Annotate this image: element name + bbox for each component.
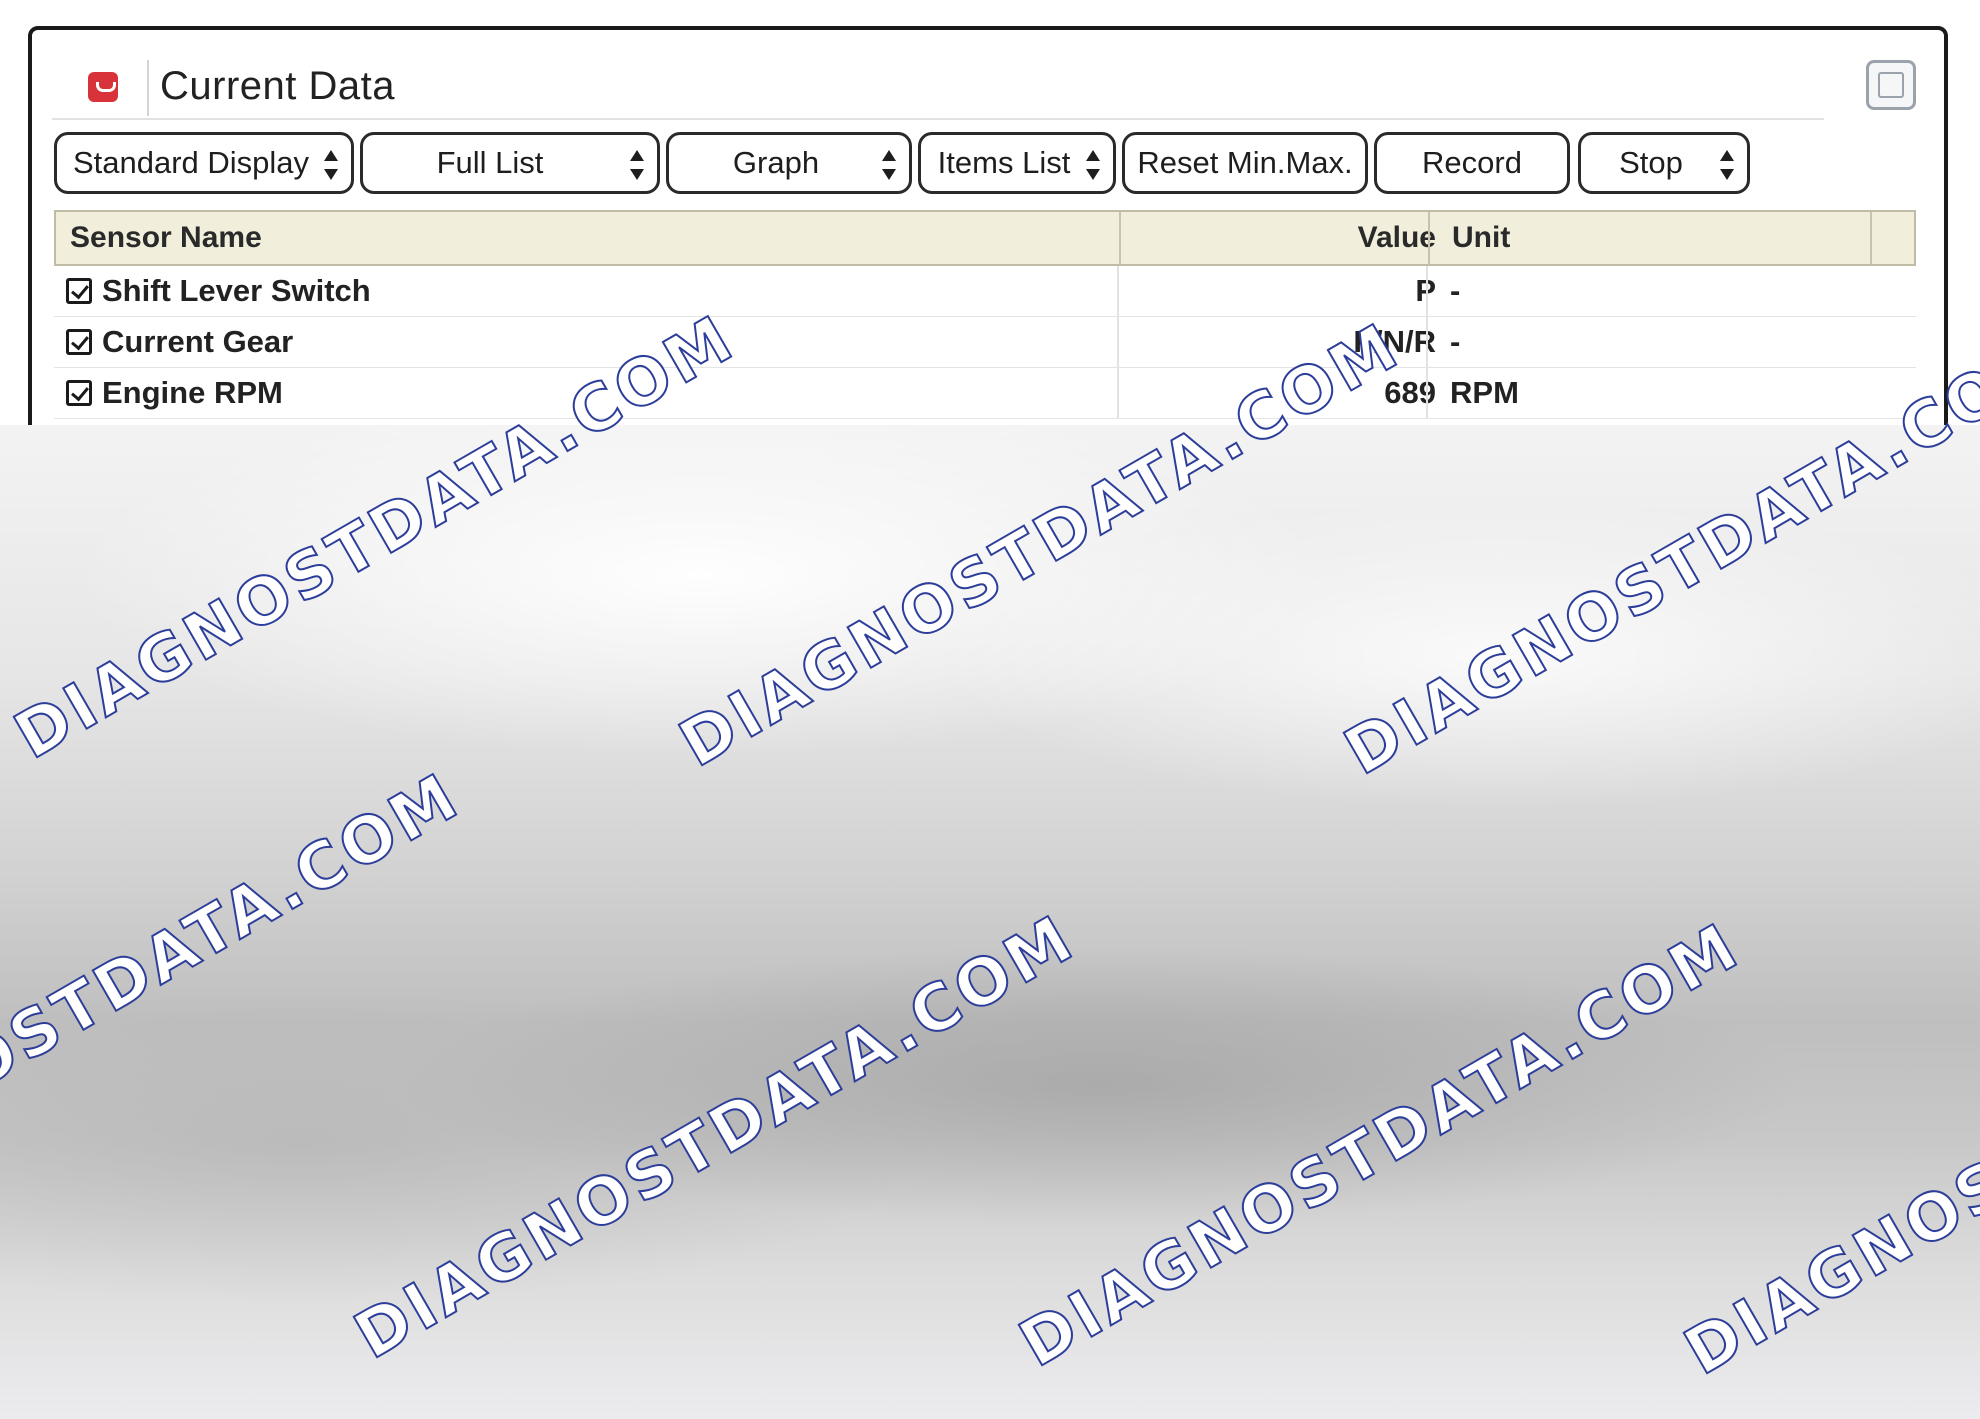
reset-min-max-button[interactable]: Reset Min.Max.: [1122, 132, 1368, 194]
table-header: Sensor Name Value Unit: [54, 210, 1916, 266]
select-arrows-icon: [1719, 148, 1735, 182]
graph-label: Graph: [732, 145, 820, 180]
reset-min-max-label: Reset Min.Max.: [1137, 145, 1353, 180]
sensor-value: P/N/R: [1353, 324, 1436, 359]
sensor-name: Engine RPM: [102, 375, 283, 410]
sensor-unit: -: [1450, 324, 1461, 359]
sensor-name: Shift Lever Switch: [102, 273, 371, 308]
items-list-label: Items List: [937, 145, 1071, 180]
column-divider: [1426, 317, 1428, 367]
column-divider: [1426, 368, 1428, 418]
sensor-name: Current Gear: [102, 324, 294, 359]
row-checkbox[interactable]: [66, 329, 92, 355]
column-divider: [1117, 317, 1119, 367]
header-value[interactable]: Value: [1358, 212, 1436, 264]
sensor-value: 689: [1384, 375, 1436, 410]
select-arrows-icon: [1085, 148, 1101, 182]
column-divider: [1117, 266, 1119, 316]
record-button[interactable]: Record: [1374, 132, 1570, 194]
app-logo-icon: [88, 72, 118, 102]
column-divider[interactable]: [1119, 212, 1121, 264]
window-title: Current Data: [160, 64, 395, 108]
row-checkbox[interactable]: [66, 278, 92, 304]
graph-select[interactable]: Graph: [666, 132, 912, 194]
header-sensor-name[interactable]: Sensor Name: [70, 212, 262, 264]
title-bar: Current Data: [32, 30, 1944, 140]
title-divider: [52, 118, 1824, 120]
title-separator: [147, 60, 149, 116]
stop-label: Stop: [1619, 145, 1683, 180]
row-checkbox[interactable]: [66, 380, 92, 406]
column-divider[interactable]: [1428, 212, 1430, 264]
sensor-unit: -: [1450, 273, 1461, 308]
column-divider: [1426, 266, 1428, 316]
full-list-label: Full List: [436, 145, 544, 180]
standard-display-select[interactable]: Standard Display: [54, 132, 354, 194]
full-list-select[interactable]: Full List: [360, 132, 660, 194]
select-arrows-icon: [323, 148, 339, 182]
table-row[interactable]: Engine RPM 689 RPM: [54, 368, 1916, 419]
sensor-data-table: Sensor Name Value Unit Shift Lever Switc…: [54, 210, 1916, 419]
standard-display-label: Standard Display: [72, 145, 310, 180]
maximize-icon[interactable]: [1866, 60, 1916, 110]
column-divider[interactable]: [1870, 212, 1872, 264]
select-arrows-icon: [881, 148, 897, 182]
column-divider: [1117, 368, 1119, 418]
toolbar: Standard Display Full List Graph Items L…: [54, 132, 1944, 196]
blurred-background: [0, 425, 1980, 1419]
select-arrows-icon: [629, 148, 645, 182]
table-row[interactable]: Current Gear P/N/R -: [54, 317, 1916, 368]
stop-select[interactable]: Stop: [1578, 132, 1750, 194]
record-label: Record: [1422, 145, 1522, 180]
header-unit[interactable]: Unit: [1452, 212, 1510, 264]
table-row[interactable]: Shift Lever Switch P -: [54, 266, 1916, 317]
items-list-select[interactable]: Items List: [918, 132, 1116, 194]
sensor-unit: RPM: [1450, 375, 1519, 410]
